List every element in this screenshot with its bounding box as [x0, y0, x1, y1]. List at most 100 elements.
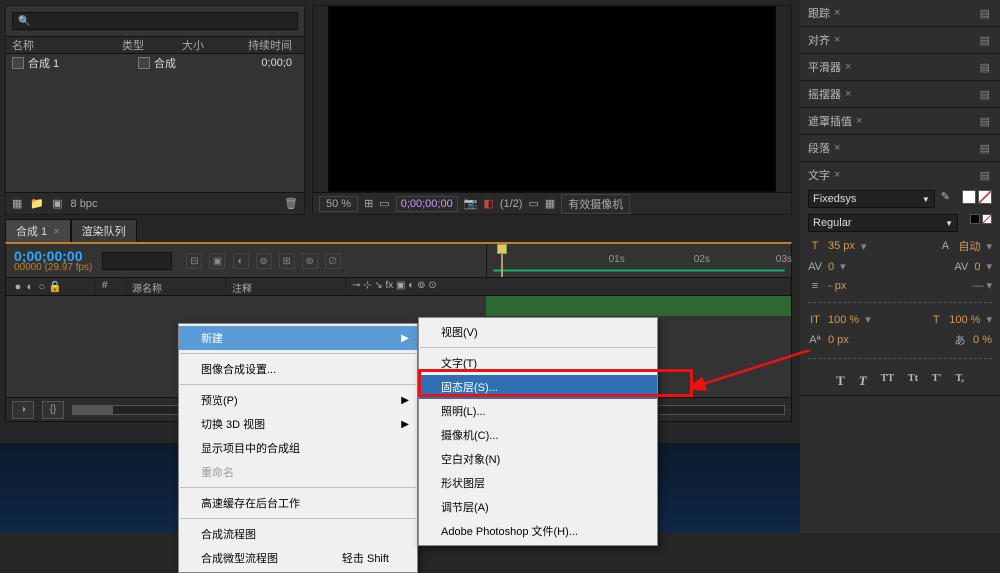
- lock-icon[interactable]: 🔒: [48, 280, 60, 293]
- shy-icon[interactable]: ⊟: [186, 253, 202, 269]
- submenu-viewer[interactable]: 视图(V): [419, 320, 657, 344]
- close-icon[interactable]: ×: [856, 115, 862, 127]
- video-eye-icon[interactable]: ●: [12, 281, 24, 293]
- faux-bold-button[interactable]: T: [836, 373, 845, 389]
- swap-color-black[interactable]: [970, 214, 980, 224]
- close-icon[interactable]: ×: [834, 7, 840, 19]
- panel-mask-interp[interactable]: 遮罩插值: [808, 113, 852, 129]
- font-style-dropdown[interactable]: Regular▼: [808, 214, 958, 232]
- frame-blend-icon[interactable]: ◐: [233, 253, 249, 269]
- no-stroke-icon[interactable]: [982, 214, 992, 224]
- motion-blur-icon[interactable]: ⊚: [256, 253, 272, 269]
- aa-icon[interactable]: ∅: [325, 253, 341, 269]
- audio-speaker-icon[interactable]: ◐: [24, 281, 36, 293]
- subscript-button[interactable]: T,: [955, 373, 963, 389]
- channel-icon[interactable]: ◧: [483, 197, 493, 210]
- menu-new[interactable]: 新建▶: [179, 326, 417, 350]
- viewer-timecode[interactable]: 0;00;00;00: [396, 196, 458, 212]
- col-size[interactable]: 大小: [182, 37, 227, 53]
- new-comp-icon[interactable]: ▣: [52, 197, 62, 210]
- project-search-input[interactable]: [12, 12, 298, 30]
- font-size-value[interactable]: 35 px: [828, 240, 855, 252]
- brain-icon[interactable]: ⊛: [302, 253, 318, 269]
- panel-paragraph[interactable]: 段落: [808, 140, 830, 156]
- panel-menu-icon[interactable]: ▤: [980, 169, 992, 182]
- col-duration[interactable]: 持续时间: [227, 37, 298, 53]
- tab-render-queue[interactable]: 渲染队列: [71, 219, 137, 242]
- font-family-dropdown[interactable]: Fixedsys▼: [808, 190, 935, 208]
- menu-preview[interactable]: 预览(P)▶: [179, 388, 417, 412]
- tsume-value[interactable]: 0 %: [973, 334, 992, 346]
- close-icon[interactable]: ×: [53, 226, 59, 238]
- comment-col[interactable]: 注释: [226, 278, 346, 295]
- source-name-col[interactable]: 源名称: [126, 278, 226, 295]
- panel-wiggler[interactable]: 摇摆器: [808, 86, 841, 102]
- hscale-value[interactable]: 100 %: [949, 314, 980, 326]
- solo-icon[interactable]: ○: [36, 281, 48, 293]
- interp-icon[interactable]: ▦: [12, 197, 22, 210]
- time-ruler[interactable]: 01s 02s 03s: [487, 250, 791, 272]
- switches-col[interactable]: ⊸ ⊹ ↘ fx ▣ ◐ ⊚ ⊙: [346, 278, 791, 295]
- stroke-color[interactable]: [978, 190, 992, 204]
- submenu-photoshop[interactable]: Adobe Photoshop 文件(H)...: [419, 519, 657, 543]
- col-name[interactable]: 名称: [12, 37, 122, 53]
- layer-num-col[interactable]: #: [96, 278, 126, 295]
- submenu-null[interactable]: 空白对象(N): [419, 447, 657, 471]
- all-caps-button[interactable]: TT: [881, 373, 894, 389]
- zoom-dropdown[interactable]: 50 %: [319, 196, 358, 212]
- panel-menu-icon[interactable]: ▤: [980, 7, 992, 20]
- menu-mini-flowchart[interactable]: 合成微型流程图轻击 Shift: [179, 546, 417, 570]
- timeline-search-input[interactable]: [102, 252, 172, 270]
- stroke-order-dropdown[interactable]: — ▾: [972, 279, 992, 292]
- panel-character[interactable]: 文字: [808, 167, 830, 183]
- trash-icon[interactable]: 🗑: [284, 197, 298, 210]
- menu-comp-settings[interactable]: 图像合成设置...: [179, 357, 417, 381]
- comp-track-bar[interactable]: [486, 296, 791, 316]
- safe-zone-icon[interactable]: ▭: [379, 197, 389, 210]
- panel-menu-icon[interactable]: ▤: [980, 115, 992, 128]
- playhead[interactable]: [497, 244, 507, 277]
- menu-reveal-comp[interactable]: 显示项目中的合成组: [179, 436, 417, 460]
- panel-smoother[interactable]: 平滑器: [808, 59, 841, 75]
- superscript-button[interactable]: T': [932, 373, 941, 389]
- col-type[interactable]: 类型: [122, 37, 182, 53]
- tracking-value[interactable]: 0: [974, 261, 980, 273]
- baseline-value[interactable]: 0 px: [828, 334, 849, 346]
- viewer-canvas[interactable]: [328, 6, 776, 192]
- panel-tracker[interactable]: 跟踪: [808, 5, 830, 21]
- eyedropper-icon[interactable]: ✎: [941, 190, 950, 208]
- project-item-row[interactable]: 合成 1 合成 0;00;0: [6, 54, 304, 72]
- submenu-text[interactable]: 文字(T): [419, 351, 657, 375]
- submenu-adjustment[interactable]: 调节层(A): [419, 495, 657, 519]
- leading-value[interactable]: 自动: [958, 238, 980, 254]
- submenu-shape[interactable]: 形状图层: [419, 471, 657, 495]
- close-icon[interactable]: ×: [834, 34, 840, 46]
- menu-flowchart[interactable]: 合成流程图: [179, 522, 417, 546]
- small-caps-button[interactable]: Tt: [908, 373, 918, 389]
- submenu-camera[interactable]: 摄像机(C)...: [419, 423, 657, 447]
- toggle-modes-button[interactable]: {}: [42, 401, 64, 419]
- resolution-ratio[interactable]: (1/2): [500, 198, 523, 210]
- bpc-toggle[interactable]: 8 bpc: [71, 198, 98, 210]
- close-icon[interactable]: ×: [834, 142, 840, 154]
- panel-menu-icon[interactable]: ▤: [980, 88, 992, 101]
- panel-menu-icon[interactable]: ▤: [980, 61, 992, 74]
- grid-icon[interactable]: ⊞: [364, 197, 373, 210]
- close-icon[interactable]: ×: [845, 88, 851, 100]
- panel-menu-icon[interactable]: ▤: [980, 34, 992, 47]
- kerning-value[interactable]: 0: [828, 261, 834, 273]
- tab-comp-1[interactable]: 合成 1×: [5, 219, 71, 242]
- submenu-solid[interactable]: 固态层(S)...: [419, 375, 657, 399]
- active-camera-dropdown[interactable]: 有效摄像机: [561, 194, 630, 214]
- fill-color[interactable]: [962, 190, 976, 204]
- menu-cache-bg[interactable]: 高速缓存在后台工作: [179, 491, 417, 515]
- roi-icon[interactable]: ▭: [528, 197, 538, 210]
- close-icon[interactable]: ×: [845, 61, 851, 73]
- work-area-bar[interactable]: [493, 269, 785, 272]
- toggle-switches-button[interactable]: ◑: [12, 401, 34, 419]
- submenu-light[interactable]: 照明(L)...: [419, 399, 657, 423]
- snapshot-icon[interactable]: 📷: [464, 197, 478, 210]
- vscale-value[interactable]: 100 %: [828, 314, 859, 326]
- panel-menu-icon[interactable]: ▤: [980, 142, 992, 155]
- close-icon[interactable]: ×: [834, 169, 840, 181]
